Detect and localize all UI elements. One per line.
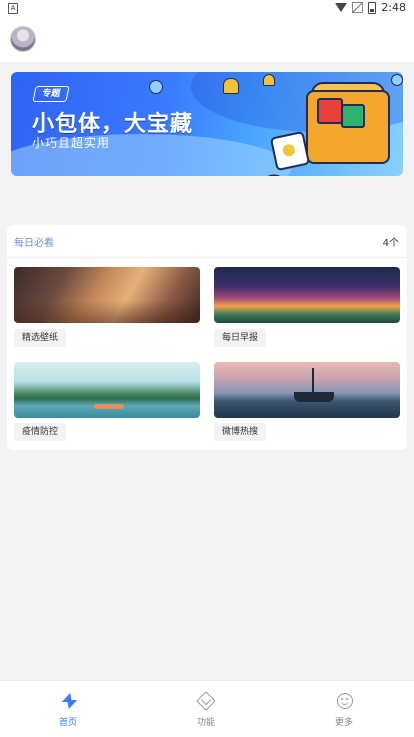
app-block-icon	[341, 104, 365, 128]
tile-label-epidemic[interactable]: 疫情防控	[14, 423, 67, 441]
banner-tag: 专题	[32, 86, 70, 102]
banner-subtitle: 小巧且超实用	[32, 136, 111, 150]
no-signal-icon	[352, 2, 364, 13]
bubble-decor	[391, 74, 403, 86]
avatar[interactable]	[10, 26, 36, 52]
weibo-hot-tile[interactable]	[214, 362, 400, 418]
boat-mast	[312, 368, 314, 394]
island-decor	[94, 404, 124, 409]
section-title: 每日必看	[14, 238, 54, 249]
daily-section-card: 每日必看 4个 精选壁纸 每日早报 疫情防控 微博热搜	[7, 225, 407, 450]
status-bar: A 2:48	[0, 0, 414, 16]
section-count: 4个	[382, 238, 399, 249]
wallpaper-tile[interactable]	[14, 267, 200, 323]
nav-label-features: 功能	[196, 718, 215, 728]
bell-icon	[223, 78, 239, 94]
nav-features[interactable]: 功能	[166, 681, 246, 737]
bolt-icon-part	[64, 700, 78, 709]
smile-icon	[337, 693, 353, 709]
bottom-navigation: 首页 功能 更多	[0, 680, 414, 737]
epidemic-tile[interactable]	[14, 362, 200, 418]
tile-label-daily-news[interactable]: 每日早报	[214, 329, 267, 347]
nav-label-more: 更多	[334, 718, 353, 728]
nav-home[interactable]: 首页	[28, 681, 108, 737]
daily-news-tile[interactable]	[214, 267, 400, 323]
bubble-decor	[149, 80, 163, 94]
tile-label-weibo-hot[interactable]: 微博热搜	[214, 423, 267, 441]
bell-icon	[263, 74, 275, 86]
notification-a-icon: A	[8, 3, 18, 14]
boat-decor	[294, 392, 334, 402]
app-block-icon	[317, 98, 343, 124]
nav-more[interactable]: 更多	[304, 681, 384, 737]
status-icons: 2:48	[335, 1, 406, 14]
tile-label-wallpaper[interactable]: 精选壁纸	[14, 329, 67, 347]
wifi-icon	[335, 3, 348, 12]
nav-label-home: 首页	[58, 718, 77, 728]
battery-icon	[368, 1, 377, 14]
app-header	[0, 16, 414, 62]
cube-icon	[196, 691, 216, 711]
section-header: 每日必看 4个	[7, 225, 407, 258]
status-time: 2:48	[381, 1, 406, 14]
sun-card-icon	[269, 130, 311, 172]
promo-banner[interactable]: 专题 小包体，大宝藏 小巧且超实用	[11, 72, 403, 176]
